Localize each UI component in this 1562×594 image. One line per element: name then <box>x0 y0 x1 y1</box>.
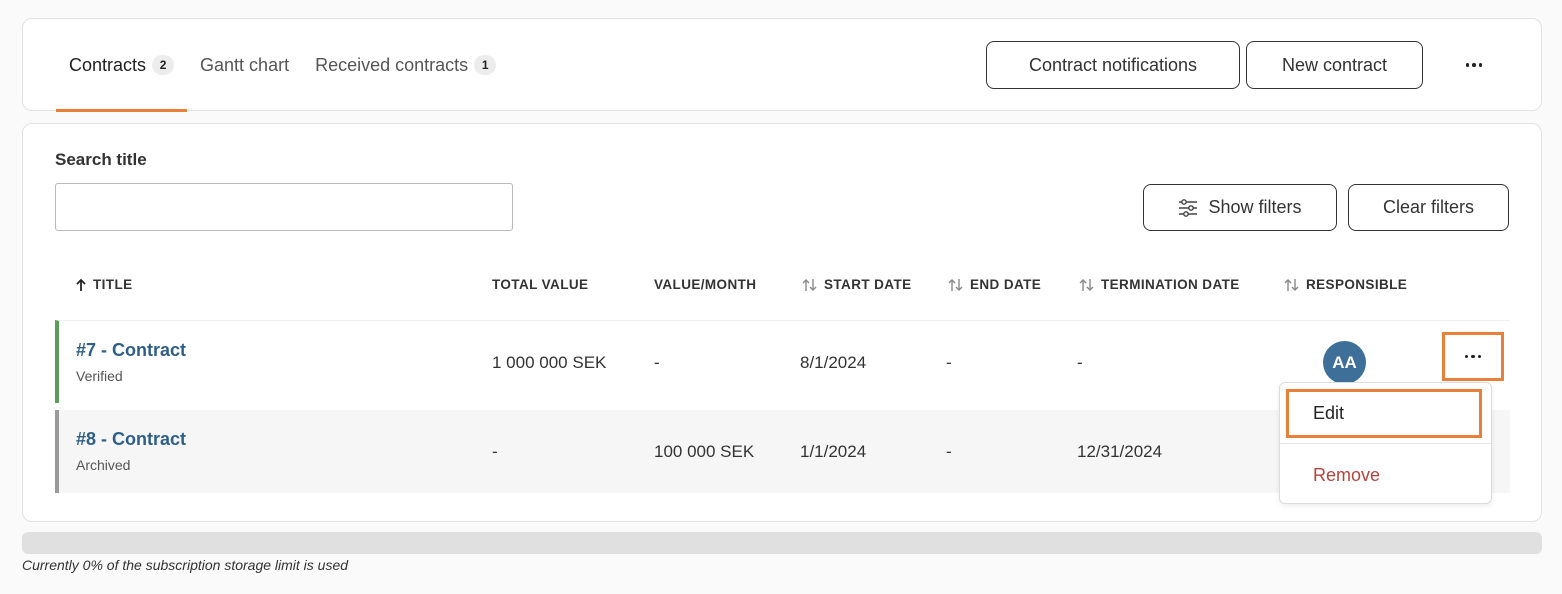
count-badge: 2 <box>152 55 175 75</box>
sort-icon <box>948 278 963 291</box>
end-date-cell: - <box>946 442 952 461</box>
storage-usage-bar <box>22 532 1542 554</box>
column-label: TITLE <box>93 277 133 292</box>
remove-menu-item[interactable]: Remove <box>1313 465 1380 486</box>
show-filters-button[interactable]: Show filters <box>1143 184 1337 231</box>
clear-filters-button[interactable]: Clear filters <box>1348 184 1509 231</box>
value-month-cell: - <box>654 353 660 372</box>
column-header-responsible[interactable]: RESPONSIBLE <box>1284 277 1407 292</box>
sort-icon <box>802 278 817 291</box>
show-filters-label: Show filters <box>1208 197 1302 217</box>
column-label: END DATE <box>970 277 1042 292</box>
tab-gantt-chart[interactable]: Gantt chart <box>187 19 302 111</box>
new-contract-button[interactable]: New contract <box>1246 41 1423 89</box>
total-value-cell: 1 000 000 SEK <box>492 353 607 372</box>
row-more-options-icon[interactable] <box>1442 332 1504 381</box>
start-date-cell: 1/1/2024 <box>800 442 867 461</box>
column-header-start-date[interactable]: START DATE <box>802 277 912 292</box>
column-label: TERMINATION DATE <box>1101 277 1240 292</box>
storage-usage-text: Currently 0% of the subscription storage… <box>22 557 349 573</box>
menu-divider <box>1280 443 1491 444</box>
more-options-icon[interactable] <box>1455 51 1493 79</box>
sort-icon <box>1284 278 1299 291</box>
tab-bar: Contracts 2 Gantt chart Received contrac… <box>56 19 509 112</box>
column-label: RESPONSIBLE <box>1306 277 1408 292</box>
tab-label: Received contracts <box>315 54 469 75</box>
contract-title-link[interactable]: #8 - Contract <box>76 429 186 450</box>
column-header-end-date[interactable]: END DATE <box>948 277 1041 292</box>
start-date-cell: 8/1/2024 <box>800 353 867 372</box>
contract-title-link[interactable]: #7 - Contract <box>76 340 186 361</box>
tab-received-contracts[interactable]: Received contracts 1 <box>302 19 509 111</box>
tab-contracts[interactable]: Contracts 2 <box>56 19 188 112</box>
column-header-title[interactable]: TITLE <box>75 277 133 292</box>
column-header-total-value: TOTAL VALUE <box>492 277 588 292</box>
column-header-value-month: VALUE/MONTH <box>654 277 756 292</box>
contract-notifications-button[interactable]: Contract notifications <box>986 41 1240 89</box>
tab-label: Gantt chart <box>200 54 290 75</box>
search-label: Search title <box>55 150 147 169</box>
header-card: Contracts 2 Gantt chart Received contrac… <box>22 18 1542 112</box>
total-value-cell: - <box>492 442 498 461</box>
column-label: TOTAL VALUE <box>492 277 589 292</box>
end-date-cell: - <box>946 353 952 372</box>
avatar: AA <box>1323 341 1366 384</box>
column-label: VALUE/MONTH <box>654 277 757 292</box>
row-actions-menu: Edit Remove <box>1279 382 1492 504</box>
sort-ascending-icon <box>76 278 86 291</box>
count-badge: 1 <box>474 55 497 75</box>
termination-date-cell: - <box>1077 353 1083 372</box>
column-label: START DATE <box>824 277 912 292</box>
termination-date-cell: 12/31/2024 <box>1077 442 1163 461</box>
search-title-input[interactable] <box>55 183 513 231</box>
contract-status: Verified <box>76 368 123 384</box>
sort-icon <box>1079 278 1094 291</box>
value-month-cell: 100 000 SEK <box>654 442 755 461</box>
contract-status: Archived <box>76 457 131 473</box>
column-header-termination-date[interactable]: TERMINATION DATE <box>1079 277 1240 292</box>
filter-sliders-icon <box>1179 198 1198 217</box>
edit-menu-item[interactable]: Edit <box>1286 389 1482 438</box>
tab-label: Contracts <box>69 54 147 75</box>
